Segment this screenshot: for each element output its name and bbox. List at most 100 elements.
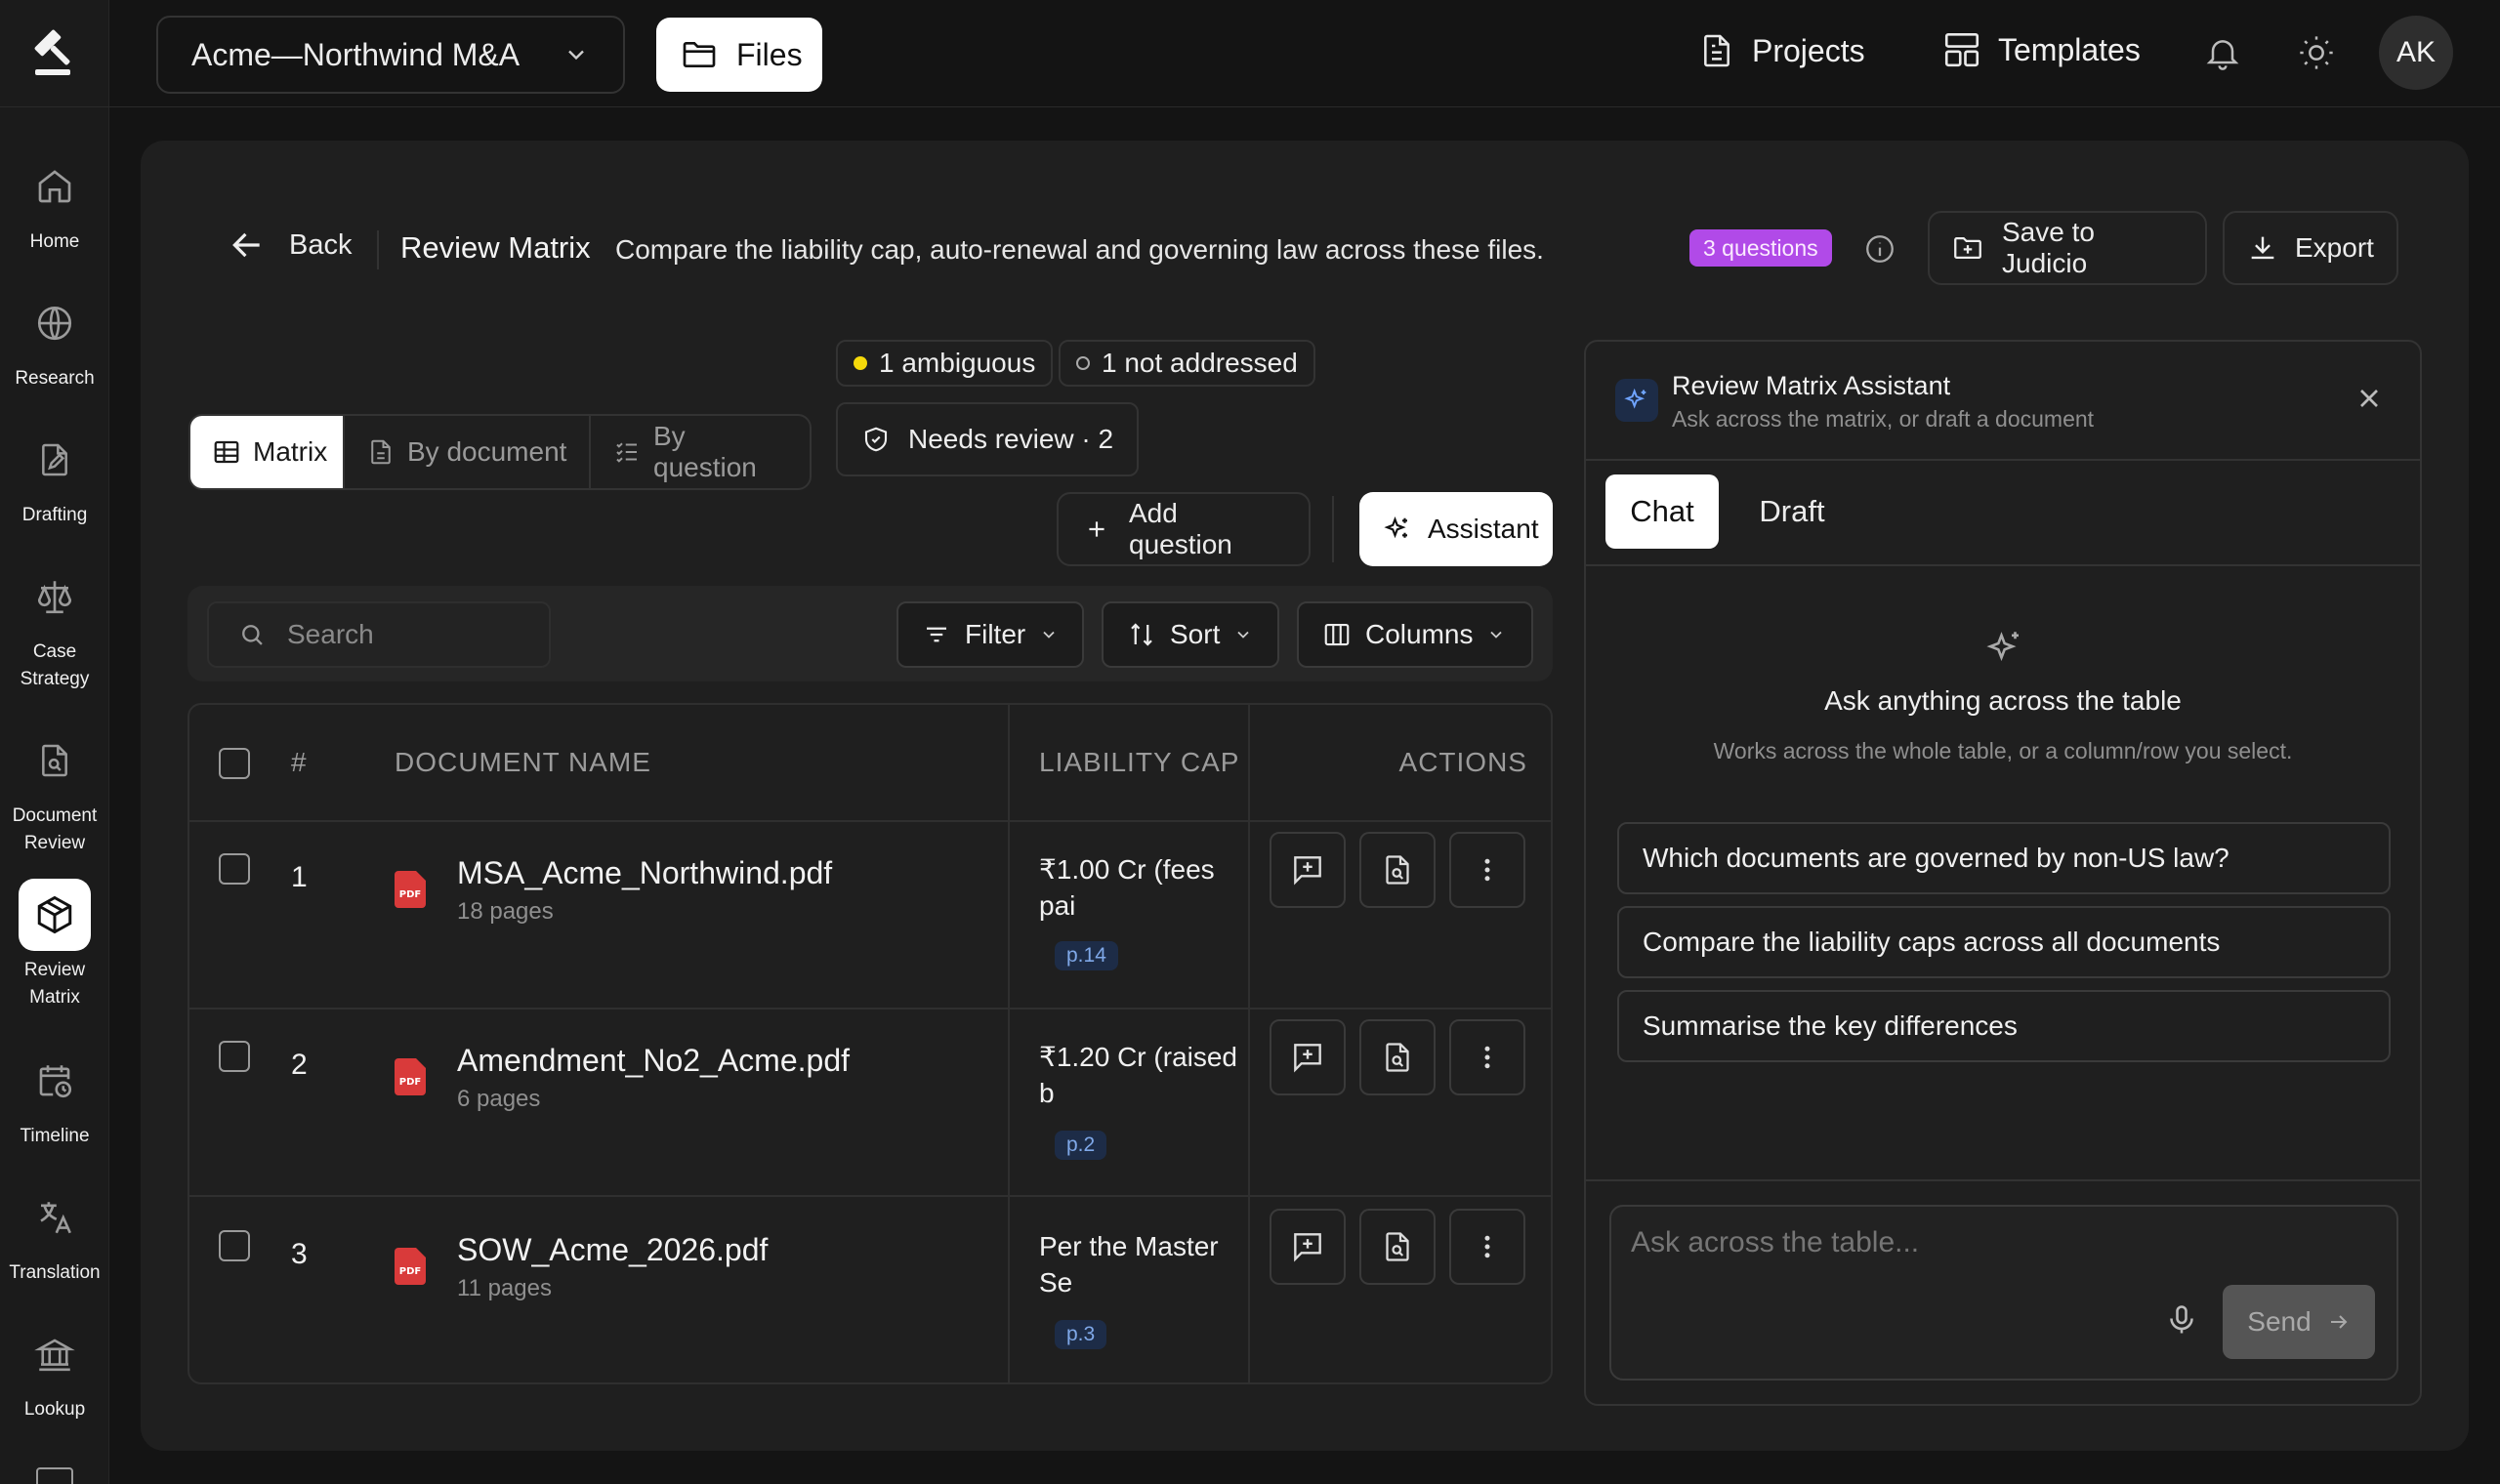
send-button[interactable]: Send <box>2223 1285 2375 1359</box>
sun-icon[interactable] <box>2297 33 2336 72</box>
assistant-button[interactable]: Assistant <box>1359 492 1553 566</box>
composer-divider <box>1586 1179 2420 1181</box>
keyboard-icon <box>35 1464 74 1484</box>
needs-review-chip[interactable]: Needs review · 2 <box>836 402 1140 476</box>
chevron-down-icon <box>1233 625 1253 644</box>
sidebar-item-translation[interactable]: Translation <box>0 1181 109 1287</box>
document-pages: 6 pages <box>457 1086 541 1112</box>
sidebar-item-label: Case Strategy <box>20 641 90 689</box>
suggestion-chip[interactable]: Summarise the key differences <box>1617 990 2391 1062</box>
column-header-liability-cap[interactable]: LIABILITY CAP <box>1039 705 1239 820</box>
translate-icon <box>19 1181 91 1254</box>
columns-button[interactable]: Columns <box>1297 601 1533 668</box>
document-name[interactable]: Amendment_No2_Acme.pdf <box>457 1043 850 1079</box>
not-addressed-chip[interactable]: 1 not addressed <box>1059 340 1315 387</box>
view-source-button[interactable] <box>1359 1019 1436 1095</box>
tab-matrix[interactable]: Matrix <box>190 416 345 488</box>
sidebar-item-lookup[interactable]: Lookup <box>0 1318 109 1423</box>
sidebar-item-research[interactable]: Research <box>0 287 109 392</box>
file-text-icon <box>1697 29 1736 72</box>
info-icon[interactable] <box>1863 232 1896 266</box>
file-search-icon <box>1380 1040 1415 1075</box>
empty-state-subtitle: Works across the whole table, or a colum… <box>1713 738 2293 763</box>
more-options-button[interactable] <box>1449 1019 1525 1095</box>
page-title: Review Matrix <box>400 230 591 265</box>
add-comment-button[interactable] <box>1270 832 1346 908</box>
document-name[interactable]: SOW_Acme_2026.pdf <box>457 1232 768 1268</box>
sparkles-icon <box>1984 627 2025 668</box>
sidebar-item-label: Lookup <box>23 1399 86 1420</box>
view-source-button[interactable] <box>1359 832 1436 908</box>
gavel-logo-icon[interactable] <box>0 0 109 107</box>
ambiguous-label: 1 ambiguous <box>879 348 1036 378</box>
sidebar-item-review-matrix[interactable]: Review Matrix <box>0 879 109 1011</box>
review-matrix-table: # DOCUMENT NAME LIABILITY CAP ACTIONS 1 … <box>188 703 1553 1384</box>
liability-cap-value[interactable]: ₹1.20 Cr (raised b Amendment No. 2 <box>1039 1039 1249 1113</box>
avatar-initials: AK <box>2396 36 2437 68</box>
search-icon <box>238 621 266 648</box>
chevron-down-icon <box>1486 625 1506 644</box>
view-source-button[interactable] <box>1359 1209 1436 1285</box>
add-comment-button[interactable] <box>1270 1019 1346 1095</box>
workspace-selector[interactable]: Acme—Northwind M&A <box>156 16 625 94</box>
column-header-document-name[interactable]: DOCUMENT NAME <box>395 705 651 820</box>
page-reference-badge[interactable]: p.14 <box>1055 941 1118 970</box>
page-description: Compare the liability cap, auto-renewal … <box>615 234 1544 265</box>
microphone-icon[interactable] <box>2164 1300 2199 1340</box>
projects-link[interactable]: Projects <box>1697 29 1865 72</box>
sidebar: Home Research Drafting Case Strategy Doc… <box>0 0 109 1484</box>
close-icon[interactable] <box>2354 383 2385 414</box>
sidebar-item-label: Home <box>29 231 80 252</box>
folder-save-icon <box>1951 231 1984 265</box>
ambiguous-chip[interactable]: 1 ambiguous <box>836 340 1054 387</box>
tab-by-document[interactable]: By document <box>345 416 591 488</box>
add-comment-button[interactable] <box>1270 1209 1346 1285</box>
chat-input[interactable] <box>1631 1226 2373 1285</box>
add-question-button[interactable]: Add question <box>1057 492 1311 566</box>
file-search-icon <box>1380 1229 1415 1264</box>
suggestion-chip[interactable]: Which documents are governed by non-US l… <box>1617 822 2391 894</box>
tab-chat[interactable]: Chat <box>1605 474 1719 549</box>
tab-draft[interactable]: Draft <box>1738 474 1846 549</box>
assistant-subtitle: Ask across the matrix, or draft a docume… <box>1672 406 2095 432</box>
sidebar-item-label: Research <box>15 368 95 389</box>
back-button[interactable]: Back <box>229 227 352 264</box>
search-box[interactable] <box>207 601 551 668</box>
page-reference-badge[interactable]: p.2 <box>1055 1131 1107 1160</box>
more-options-button[interactable] <box>1449 1209 1525 1285</box>
document-name[interactable]: MSA_Acme_Northwind.pdf <box>457 855 832 891</box>
liability-cap-value[interactable]: ₹1.00 Cr (fees pai 12 months) <box>1039 851 1249 926</box>
search-input[interactable] <box>287 619 531 650</box>
save-label: Save to Judicio <box>2002 217 2095 278</box>
suggestion-chip[interactable]: Compare the liability caps across all do… <box>1617 906 2391 978</box>
sidebar-item-drafting[interactable]: Drafting <box>0 424 109 529</box>
pdf-file-icon: PDF <box>395 1058 426 1095</box>
row-checkbox[interactable] <box>219 853 250 885</box>
sidebar-item-home[interactable]: Home <box>0 150 109 256</box>
sidebar-item-timeline[interactable]: Timeline <box>0 1045 109 1150</box>
avatar[interactable]: AK <box>2379 16 2453 90</box>
liability-cap-value[interactable]: Per the Master Se Agreement <box>1039 1228 1249 1302</box>
document-pages: 11 pages <box>457 1275 552 1301</box>
more-options-button[interactable] <box>1449 832 1525 908</box>
filter-button[interactable]: Filter <box>896 601 1084 668</box>
row-checkbox[interactable] <box>219 1230 250 1261</box>
templates-link[interactable]: Templates <box>1941 29 2141 70</box>
sidebar-item-case-strategy[interactable]: Case Strategy <box>0 560 109 693</box>
save-to-judicio-button[interactable]: Save to Judicio <box>1928 211 2207 285</box>
sidebar-item-document-review[interactable]: Document Review <box>0 724 109 857</box>
tabs-divider <box>1586 564 2420 566</box>
select-all-checkbox[interactable] <box>219 748 250 779</box>
tab-by-question[interactable]: By question <box>591 416 810 488</box>
bell-icon[interactable] <box>2203 33 2242 72</box>
assistant-label: Assistant <box>1428 514 1539 544</box>
page-reference-badge[interactable]: p.3 <box>1055 1320 1107 1349</box>
message-plus-icon <box>1289 1039 1326 1076</box>
message-plus-icon <box>1289 1228 1326 1265</box>
sort-button[interactable]: Sort <box>1102 601 1279 668</box>
cube-icon <box>19 879 91 951</box>
files-button[interactable]: Files <box>656 18 822 92</box>
chevron-down-icon <box>1039 625 1059 644</box>
export-button[interactable]: Export <box>2223 211 2398 285</box>
row-checkbox[interactable] <box>219 1041 250 1072</box>
